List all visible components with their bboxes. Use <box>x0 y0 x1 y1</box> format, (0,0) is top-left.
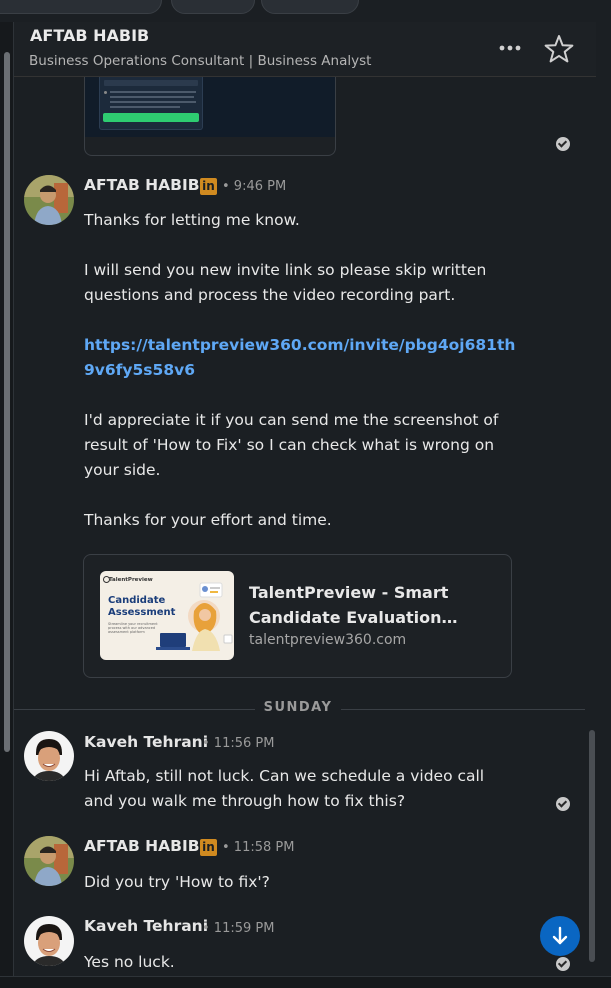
contact-headline: Business Operations Consultant | Busines… <box>29 53 372 69</box>
avatar[interactable] <box>24 916 74 966</box>
linkedin-badge-icon: in <box>200 839 217 856</box>
scroll-to-bottom-button[interactable] <box>540 916 580 956</box>
conversation-header: AFTAB HABIB Business Operations Consulta… <box>14 22 596 77</box>
message-text: Thanks for your effort and time. <box>84 511 332 529</box>
linkedin-badge-icon: in <box>200 178 217 195</box>
link-preview-card[interactable]: TalentPreview Candidate Assessment Strea… <box>83 554 512 678</box>
message-text: Hi Aftab, still not luck. Can we schedul… <box>84 767 485 810</box>
message-text: Thanks for letting me know. <box>84 211 300 229</box>
message-sender-name[interactable]: Kaveh Tehrani <box>84 733 208 751</box>
more-options-button[interactable] <box>494 32 526 64</box>
link-preview-title[interactable]: TalentPreview - Smart Candidate Evaluati… <box>249 580 479 630</box>
day-divider-label: SUNDAY <box>255 700 341 718</box>
message-sender-name[interactable]: AFTAB HABIB <box>84 176 200 194</box>
message-body: Yes no luck. <box>84 950 524 975</box>
arrow-down-icon <box>552 926 568 945</box>
message-text: I'd appreciate it if you can send me the… <box>84 411 499 479</box>
message-timestamp: • 11:56 PM <box>202 736 275 751</box>
star-outline-icon <box>544 35 574 63</box>
link-preview-thumbnail: TalentPreview Candidate Assessment Strea… <box>100 571 234 660</box>
message-text: Yes no luck. <box>84 953 175 971</box>
message-body: Did you try 'How to fix'? <box>84 870 524 895</box>
attached-image-card[interactable] <box>84 77 336 156</box>
top-pill-1[interactable] <box>0 0 162 14</box>
avatar[interactable] <box>24 731 74 781</box>
left-scrollbar-thumb[interactable] <box>4 52 10 752</box>
message-timestamp: • 11:59 PM <box>202 921 275 936</box>
invite-link[interactable]: https://talentpreview360.com/invite/pbg4… <box>84 336 515 379</box>
attached-image <box>85 77 335 137</box>
link-preview-domain: talentpreview360.com <box>249 632 407 648</box>
message-timestamp: • 9:46 PM <box>222 179 287 194</box>
more-horizontal-icon <box>499 45 521 51</box>
attached-image-dialog <box>99 77 203 130</box>
attached-image-continue-button <box>103 113 199 122</box>
message-body: Hi Aftab, still not luck. Can we schedul… <box>84 764 504 814</box>
message-text: I will send you new invite link so pleas… <box>84 261 487 304</box>
message-body: Thanks for letting me know. I will send … <box>84 208 524 533</box>
top-pill-3[interactable] <box>261 0 359 14</box>
contact-name[interactable]: AFTAB HABIB <box>30 26 149 45</box>
top-pill-2[interactable] <box>171 0 255 14</box>
avatar[interactable] <box>24 175 74 225</box>
read-receipt-icon <box>556 957 570 971</box>
message-text: Did you try 'How to fix'? <box>84 873 270 891</box>
right-scrollbar-thumb[interactable] <box>589 730 595 962</box>
left-scrollbar[interactable] <box>0 22 14 987</box>
avatar[interactable] <box>24 836 74 886</box>
message-thread: AFTAB HABIB in • 9:46 PM Thanks for lett… <box>14 77 585 987</box>
bottom-edge <box>0 976 611 988</box>
top-tab-strip <box>0 0 611 22</box>
message-timestamp: • 11:58 PM <box>222 840 295 855</box>
star-conversation-button[interactable] <box>542 32 576 66</box>
message-sender-name[interactable]: AFTAB HABIB <box>84 837 200 855</box>
read-receipt-icon <box>556 797 570 811</box>
thumbnail-illustration <box>156 582 233 651</box>
message-sender-name[interactable]: Kaveh Tehrani <box>84 917 208 935</box>
read-receipt-icon <box>556 137 570 151</box>
